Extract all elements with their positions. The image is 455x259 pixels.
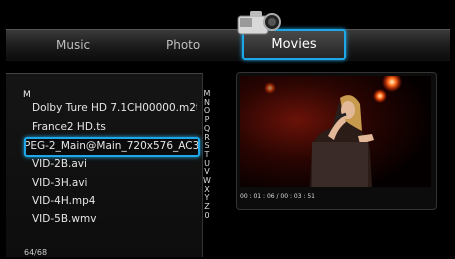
list-item[interactable]: VID-4H.mp4 (32, 195, 197, 207)
list-item-selected[interactable]: PEG-2_Main@Main_720x576_AC3 (24, 137, 200, 157)
video-preview-thumbnail (240, 76, 431, 187)
list-item[interactable]: VID-2B.avi (32, 158, 197, 170)
alpha-letter[interactable]: 0 (202, 211, 212, 221)
tab-music[interactable]: Music (56, 38, 90, 52)
tab-movies-label: Movies (271, 37, 317, 52)
list-header: M (23, 90, 31, 100)
list-item[interactable]: VID-5B.wmv (32, 213, 197, 225)
playback-timecode: 00 : 01 : 06 / 00 : 03 : 51 (240, 193, 315, 200)
alphabet-index[interactable]: M N O P Q R S T U V W X Y Z 0 (202, 89, 212, 221)
tab-photo[interactable]: Photo (166, 38, 200, 52)
list-item[interactable]: VID-3H.avi (32, 177, 197, 189)
item-counter: 64/68 (24, 248, 48, 257)
list-item[interactable]: Dolby Ture HD 7.1CH00000.m2ts (32, 102, 197, 114)
camcorder-icon (237, 11, 281, 35)
list-item[interactable]: France2 HD.ts (32, 121, 197, 133)
list-item-label: PEG-2_Main@Main_720x576_AC3 (24, 140, 200, 152)
